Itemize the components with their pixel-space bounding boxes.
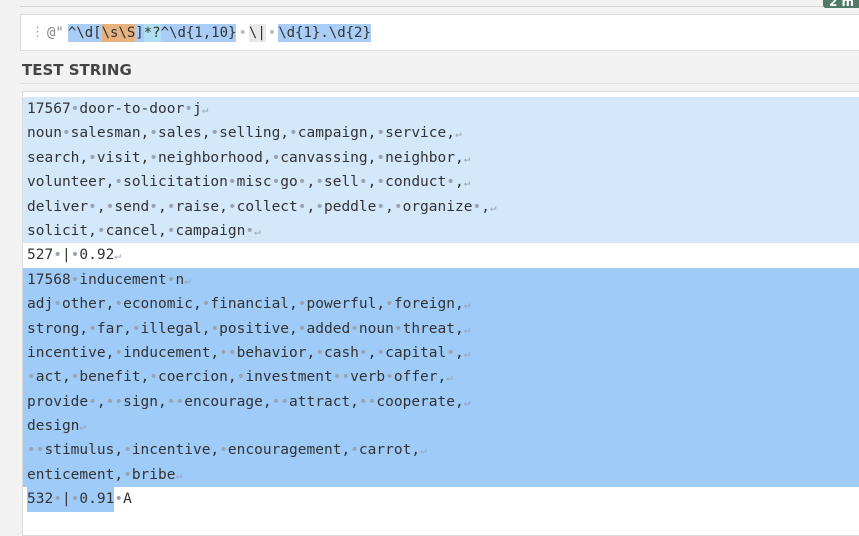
test-line: 532•|•0.91•A: [23, 487, 859, 512]
regex-input[interactable]: ⋮ @" ^\d[\s\S]*?^\d{1,10} • \| • \d{1}.\d{2}: [20, 14, 859, 51]
regex-delimiter: @": [47, 24, 64, 41]
regex-token: \s\S: [101, 23, 136, 42]
regex-token: •: [267, 24, 277, 41]
regex-token: •: [238, 24, 247, 41]
test-line: incentive,•inducement,••behavior,•cash•,…: [23, 340, 859, 366]
drag-handle-icon[interactable]: ⋮: [31, 25, 44, 40]
test-line: enticement,•bribe↵: [23, 462, 859, 488]
corner-badge: 2 m: [823, 0, 859, 9]
test-line: strong,•far,•illegal,•positive,•added•no…: [23, 316, 859, 341]
regex-token: \|: [248, 23, 266, 42]
test-line: deliver•,•send•,•raise,•collect•,•peddle…: [23, 194, 859, 219]
top-divider: [20, 0, 859, 7]
match-highlight: 532•|•0.91: [27, 487, 115, 512]
test-line: ••stimulus,•incentive,•encouragement,•ca…: [23, 438, 859, 463]
section-divider: [20, 83, 859, 84]
test-line: volunteer,•solicitation•misc•go•,•sell•,…: [23, 170, 859, 195]
test-line: 527•|•0.92↵: [27, 247, 121, 264]
test-line: 17567•door-to-door•j↵: [23, 97, 859, 122]
test-line: design↵: [23, 414, 859, 439]
test-line: 17568•inducement•n↵: [23, 267, 859, 293]
test-line: search,•visit,•neighborhood,•canvassing,…: [23, 145, 859, 171]
regex-token: ]: [135, 23, 144, 42]
test-string-editor[interactable]: 17567•door-to-door•j↵ noun•salesman,•sale…: [22, 91, 859, 536]
test-line: adj•other,•economic,•financial,•powerful…: [23, 292, 859, 317]
test-string-heading: TEST STRING: [22, 61, 132, 79]
regex-token: ^\d{1,10}: [160, 23, 237, 42]
test-line: noun•salesman,•sales,•selling,•campaign,…: [23, 121, 859, 146]
regex-token: *?: [143, 23, 161, 42]
test-line: solicit,•cancel,•campaign•↵: [23, 218, 859, 244]
regex-pattern[interactable]: ^\d[\s\S]*?^\d{1,10} • \| • \d{1}.\d{2}: [67, 23, 371, 42]
test-line: provide•,••sign,••encourage,••attract,••…: [23, 389, 859, 415]
regex-token: \d{1}.\d{2}: [278, 23, 371, 42]
regex-token: ^\d[: [67, 23, 102, 42]
test-line: •act,•benefit,•coercion,•investment••ver…: [23, 365, 859, 390]
